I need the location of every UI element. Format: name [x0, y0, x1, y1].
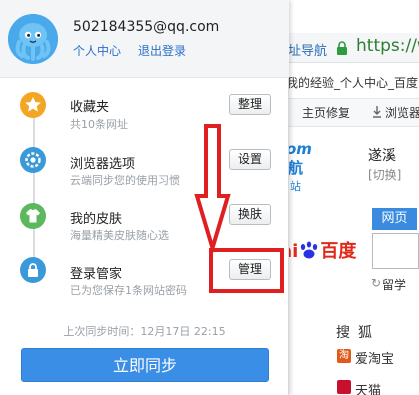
nav-logo-text: om [286, 140, 312, 158]
refresh-icon: ↻ [371, 276, 382, 290]
weather-city: 遂溪 [368, 148, 396, 164]
account-header: 502184355@qq.com 个人中心 退出登录 [0, 0, 289, 78]
account-popup: 502184355@qq.com 个人中心 退出登录 收藏夹 共10条网址 整理… [0, 0, 289, 395]
settings-button[interactable]: 设置 [229, 149, 271, 170]
browser-options-title: 浏览器选项 [70, 157, 136, 172]
tab-title: 我的经验_个人中心_百度 [286, 76, 419, 90]
nav-logo-text-3: 站 [290, 180, 301, 193]
sync-now-button[interactable]: 立即同步 [21, 348, 269, 382]
url-field[interactable]: https://w [356, 36, 419, 56]
manage-button[interactable]: 管理 [229, 259, 271, 280]
octopus-avatar-icon [8, 14, 58, 64]
browser-link[interactable]: 浏览器 [385, 104, 419, 121]
gear-icon [20, 147, 46, 173]
download-icon [373, 106, 381, 118]
avatar[interactable] [8, 14, 58, 64]
tmall-icon [337, 380, 351, 394]
sohu-link[interactable]: 搜狐 [336, 322, 380, 342]
baidu-logo: ai 百度 [280, 237, 356, 263]
star-icon [20, 92, 46, 118]
login-manager-title: 登录管家 [70, 267, 123, 282]
account-email: 502184355@qq.com [73, 19, 220, 35]
skins-subtitle: 海量精美皮肤随心选 [70, 229, 169, 242]
timeline-divider [33, 108, 35, 268]
browser-options-subtitle: 云端同步您的使用习惯 [70, 174, 180, 187]
lock-icon [20, 257, 46, 283]
favorites-title: 收藏夹 [70, 100, 110, 115]
organize-button[interactable]: 整理 [229, 94, 271, 115]
change-skin-button[interactable]: 换肤 [229, 204, 271, 225]
lock-icon [337, 41, 347, 55]
personal-center-link[interactable]: 个人中心 [73, 42, 121, 59]
tmall-link[interactable]: 天猫 [355, 380, 381, 395]
search-input[interactable] [372, 233, 419, 269]
skins-title: 我的皮肤 [70, 212, 123, 227]
city-switch-link[interactable]: [切换] [368, 166, 401, 183]
taobao-link[interactable]: 爱淘宝 [355, 348, 394, 367]
login-manager-subtitle: 已为您保存1条网站密码 [70, 284, 187, 297]
study-abroad-link[interactable]: 留学 [382, 276, 406, 293]
favorites-subtitle: 共10条网址 [70, 118, 128, 131]
homepage-repair-link[interactable]: 主页修复 [302, 104, 350, 121]
baidu-brand-text: 百度 [320, 241, 357, 262]
search-tab-web[interactable]: 网页 [372, 208, 417, 230]
logout-link[interactable]: 退出登录 [138, 42, 186, 59]
nav-logo-text-2: 航 [288, 159, 304, 177]
site-nav-link[interactable]: 址导航 [288, 40, 327, 59]
last-sync-time: 上次同步时间：12月17日 22:15 [63, 325, 226, 338]
taobao-icon: 淘 [337, 349, 351, 363]
shirt-icon [20, 203, 46, 229]
paw-icon [301, 241, 318, 259]
